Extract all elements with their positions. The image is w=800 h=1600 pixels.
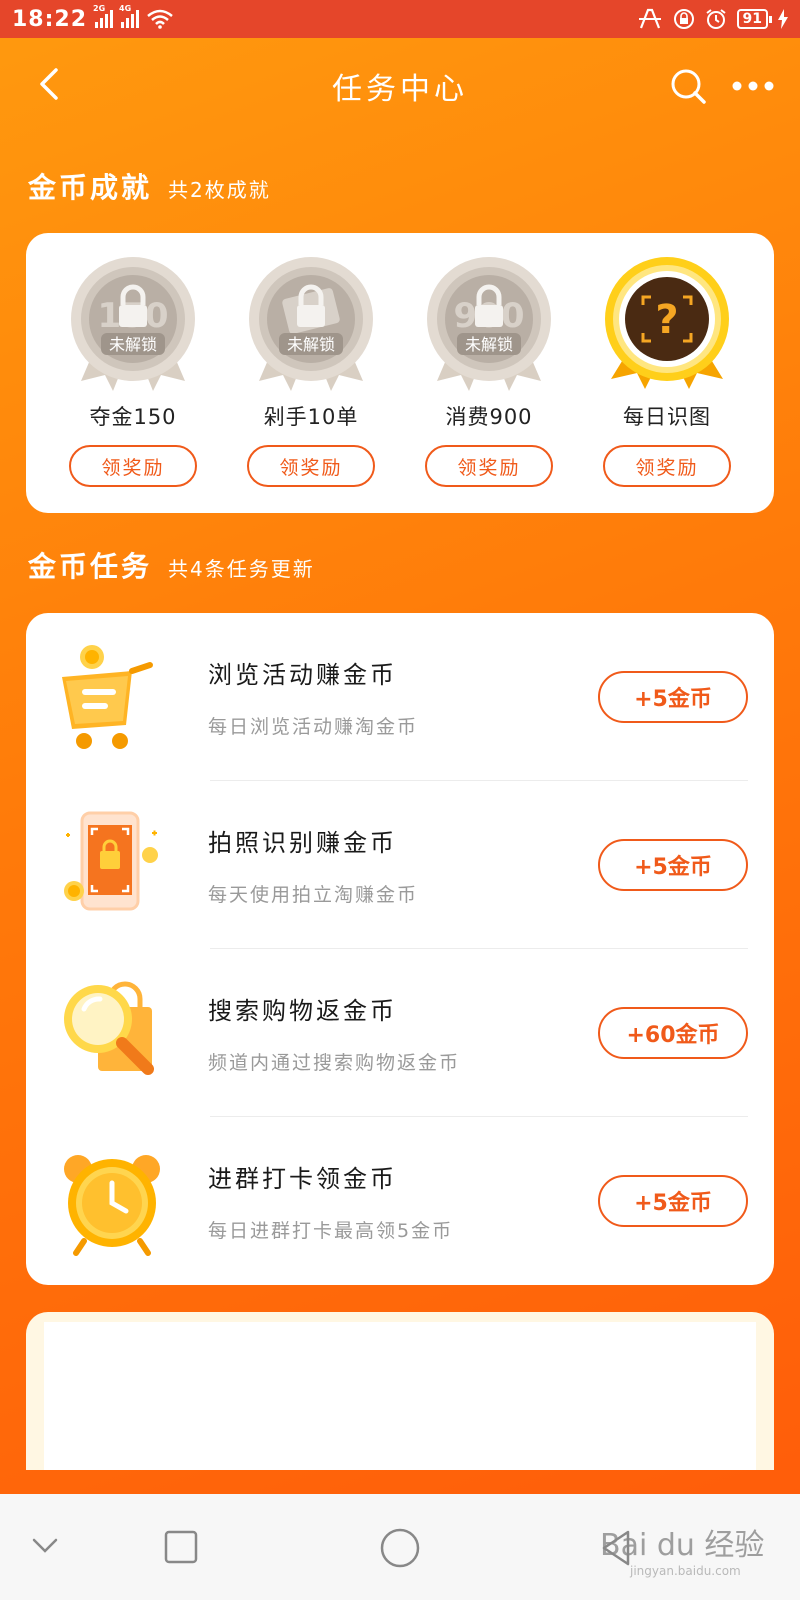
task-reward-button[interactable]: +60金币: [598, 1007, 748, 1059]
achievement-label: 夺金150: [89, 405, 177, 429]
watermark-brand: Bai du 经验: [600, 1528, 765, 1563]
promo-card[interactable]: [26, 1312, 774, 1470]
claim-reward-button[interactable]: 领奖励: [425, 445, 553, 487]
wifi-icon: [147, 9, 173, 29]
tasks-heading: 金币任务 共4条任务更新: [28, 545, 315, 585]
task-title: 浏览活动赚金币: [208, 661, 397, 689]
tasks-count: 共4条任务更新: [168, 557, 315, 581]
achievement-item: 900 未解锁 消费900 领奖励: [404, 233, 574, 513]
watermark-url: jingyan.baidu.com: [630, 1564, 741, 1578]
signal-icon: 4G: [119, 4, 140, 28]
task-row: 搜索购物返金币 频道内通过搜索购物返金币 +60金币: [52, 949, 748, 1117]
watermark: Bai du 经验 jingyan.baidu.com: [600, 1520, 764, 1578]
status-time: 18:22: [12, 6, 88, 32]
task-title: 拍照识别赚金币: [208, 829, 397, 857]
task-title: 进群打卡领金币: [208, 1165, 397, 1193]
tasks-title: 金币任务: [28, 550, 153, 583]
home-icon[interactable]: [380, 1528, 420, 1568]
recent-apps-icon[interactable]: [164, 1530, 198, 1564]
task-reward-button[interactable]: +5金币: [598, 1175, 748, 1227]
more-icon[interactable]: [730, 66, 776, 106]
achievement-item: 150 未解锁 夺金150 领奖励: [48, 233, 218, 513]
achievements-card: 150 未解锁 夺金150 领奖励 未解锁 剁手10单 领奖励: [26, 233, 774, 513]
back-arrow-icon[interactable]: [30, 64, 70, 104]
task-title: 搜索购物返金币: [208, 997, 397, 1025]
achievements-count: 共2枚成就: [168, 178, 271, 202]
page-title: 任务中心: [332, 72, 468, 107]
claim-reward-button[interactable]: 领奖励: [603, 445, 731, 487]
achievement-label: 剁手10单: [263, 405, 359, 429]
achievement-label: 消费900: [445, 405, 533, 429]
task-row: 进群打卡领金币 每日进群打卡最高领5金币 +5金币: [52, 1117, 748, 1285]
alarm-icon: [705, 9, 726, 29]
svg-text:?: ?: [655, 297, 678, 343]
locked-medal-icon: 900 未解锁: [427, 257, 551, 391]
locked-medal-icon: 未解锁: [249, 257, 373, 391]
task-description: 每日进群打卡最高领5金币: [208, 1220, 454, 1242]
nav-bar: 任务中心: [0, 38, 800, 134]
locked-medal-icon: 150 未解锁: [71, 257, 195, 391]
task-description: 每天使用拍立淘赚金币: [208, 884, 419, 906]
task-description: 每日浏览活动赚淘金币: [208, 716, 419, 738]
shopping-cart-icon: [62, 645, 153, 749]
nfc-icon: [638, 8, 661, 29]
search-icon[interactable]: [668, 66, 708, 106]
lock-label: 未解锁: [287, 335, 335, 354]
phone-camera-icon: [64, 811, 158, 911]
rotation-lock-icon: [673, 9, 694, 29]
chevron-down-icon[interactable]: [30, 1534, 60, 1558]
gold-medal-question-icon: ?: [605, 257, 729, 389]
claim-reward-button[interactable]: 领奖励: [69, 445, 197, 487]
task-reward-button[interactable]: +5金币: [598, 839, 748, 891]
promo-card-content: [44, 1322, 756, 1470]
achievement-item: 未解锁 剁手10单 领奖励: [226, 233, 396, 513]
lock-label: 未解锁: [109, 335, 157, 354]
battery-indicator: 91: [736, 9, 773, 29]
charging-icon: [778, 9, 788, 29]
achievement-item: ? 每日识图 领奖励: [582, 233, 752, 513]
magnifier-bag-icon: [64, 981, 154, 1075]
achievements-heading: 金币成就 共2枚成就: [28, 166, 271, 206]
achievements-title: 金币成就: [28, 171, 153, 204]
alarm-clock-icon: [64, 1155, 160, 1256]
claim-reward-button[interactable]: 领奖励: [247, 445, 375, 487]
achievement-label: 每日识图: [623, 405, 711, 429]
task-row: 拍照识别赚金币 每天使用拍立淘赚金币 +5金币: [52, 781, 748, 949]
tasks-card: 浏览活动赚金币 每日浏览活动赚淘金币 +5金币 拍照识别赚金币 每天使用拍立淘赚…: [26, 613, 774, 1285]
task-description: 频道内通过搜索购物返金币: [208, 1052, 461, 1074]
task-row: 浏览活动赚金币 每日浏览活动赚淘金币 +5金币: [52, 613, 748, 781]
status-bar: 18:22 2G 4G 91: [0, 0, 800, 38]
signal-icon: 2G: [93, 4, 114, 28]
lock-label: 未解锁: [465, 335, 513, 354]
task-reward-button[interactable]: +5金币: [598, 671, 748, 723]
